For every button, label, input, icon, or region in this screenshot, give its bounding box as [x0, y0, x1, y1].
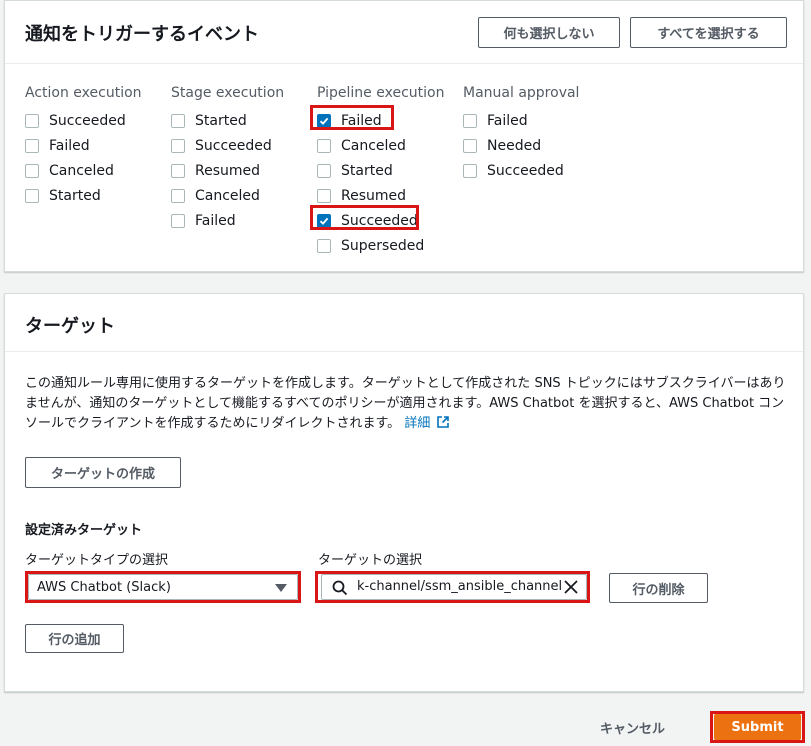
target-panel: ターゲット この通知ルール専用に使用するターゲットを作成します。ターゲットとして… [4, 293, 804, 692]
target-panel-title: ターゲット [25, 316, 115, 337]
event-checkbox-row[interactable]: Failed [25, 133, 142, 158]
event-checkbox-label: Failed [341, 112, 382, 129]
event-checkbox-label: Superseded [341, 237, 425, 254]
event-checkbox-label: Started [341, 162, 393, 179]
checkbox[interactable] [171, 188, 185, 203]
event-checkbox-row[interactable]: Succeeded [317, 208, 444, 233]
event-checkbox-label: Canceled [341, 137, 406, 154]
event-checkbox-row[interactable]: Succeeded [171, 133, 284, 158]
target-description: この通知ルール専用に使用するターゲットを作成します。ターゲットとして作成された … [25, 374, 795, 434]
event-checkbox-row[interactable]: Started [171, 108, 284, 133]
configured-targets-label: 設定済みターゲット [25, 523, 143, 538]
external-link-icon [437, 416, 450, 428]
cancel-button[interactable]: キャンセル [600, 718, 665, 737]
event-checkbox-label: Failed [49, 137, 90, 154]
event-column: Stage execution Started Succeeded Resumed Ca… [171, 83, 284, 233]
checkmark-icon [319, 217, 329, 225]
checkbox[interactable] [171, 213, 185, 228]
event-column-title: Action execution [25, 85, 142, 101]
event-column-title: Manual approval [463, 85, 580, 101]
events-panel-title: 通知をトリガーするイベント [25, 24, 259, 45]
event-checkbox-label: Canceled [49, 162, 114, 179]
checkbox[interactable] [463, 163, 477, 178]
event-checkbox-label: Started [49, 187, 101, 204]
checkbox[interactable] [171, 113, 185, 128]
checkbox[interactable] [317, 163, 331, 178]
event-checkbox-row[interactable]: Canceled [317, 133, 444, 158]
event-checkbox-row[interactable]: Failed [317, 108, 444, 133]
events-panel: 通知をトリガーするイベント 何も選択しない すべてを選択する Action ex… [4, 0, 804, 272]
details-link[interactable]: 詳細 [404, 416, 450, 431]
event-checkbox-row[interactable]: Canceled [25, 158, 142, 183]
checkbox[interactable] [25, 113, 39, 128]
event-checkbox-label: Succeeded [49, 112, 126, 129]
event-checkbox-row[interactable]: Canceled [171, 183, 284, 208]
event-checkbox-label: Started [195, 112, 247, 129]
event-checkbox-label: Resumed [341, 187, 407, 204]
event-checkbox-label: Succeeded [487, 162, 564, 179]
event-checkbox-row[interactable]: Resumed [171, 158, 284, 183]
event-column: Action execution Succeeded Failed Canceled S… [25, 83, 142, 208]
target-type-label: ターゲットタイプの選択 [25, 553, 169, 568]
select-none-button[interactable]: 何も選択しない [478, 17, 620, 48]
checkbox[interactable] [317, 238, 331, 253]
checkbox[interactable] [171, 163, 185, 178]
target-select-input[interactable]: k-channel/ssm_ansible_channel [321, 574, 587, 600]
remove-row-button[interactable]: 行の削除 [609, 573, 708, 603]
event-checkbox-row[interactable]: Succeeded [25, 108, 142, 133]
details-link-label[interactable]: 詳細 [404, 416, 430, 431]
target-panel-header: ターゲット [5, 294, 803, 352]
event-checkbox-row[interactable]: Resumed [317, 183, 444, 208]
checkbox[interactable] [25, 138, 39, 153]
search-icon [332, 580, 348, 596]
event-checkbox-row[interactable]: Started [25, 183, 142, 208]
select-all-button[interactable]: すべてを選択する [630, 17, 787, 48]
event-checkbox-label: Succeeded [195, 137, 272, 154]
event-checkbox-label: Resumed [195, 162, 261, 179]
checkmark-icon [319, 117, 329, 125]
checkbox[interactable] [463, 138, 477, 153]
event-checkbox-row[interactable]: Failed [171, 208, 284, 233]
checkbox[interactable] [463, 113, 477, 128]
event-checkbox-label: Needed [487, 137, 542, 154]
target-type-value: AWS Chatbot (Slack) [37, 579, 171, 595]
event-checkbox-label: Failed [487, 112, 528, 129]
checkbox[interactable] [317, 138, 331, 153]
target-type-select[interactable]: AWS Chatbot (Slack) [28, 574, 298, 600]
event-checkbox-row[interactable]: Failed [463, 108, 579, 133]
checkbox[interactable] [25, 188, 39, 203]
event-checkbox-label: Succeeded [341, 212, 418, 229]
checkbox[interactable] [171, 138, 185, 153]
create-target-button[interactable]: ターゲットの作成 [25, 457, 181, 488]
event-checkbox-row[interactable]: Started [317, 158, 444, 183]
target-select-value: k-channel/ssm_ansible_channel [357, 579, 563, 594]
event-checkbox-label: Canceled [195, 187, 260, 204]
close-icon[interactable] [564, 580, 578, 594]
event-checkbox-row[interactable]: Needed [463, 133, 579, 158]
checkbox[interactable] [25, 163, 39, 178]
checkbox-checked[interactable] [317, 113, 331, 128]
event-column: Pipeline execution Failed Canceled Started R… [317, 83, 444, 258]
event-checkbox-row[interactable]: Superseded [317, 233, 444, 258]
event-column-title: Pipeline execution [317, 85, 445, 101]
event-column: Manual approval Failed Needed Succeeded [463, 83, 579, 183]
add-row-button[interactable]: 行の追加 [25, 624, 124, 653]
event-column-title: Stage execution [171, 85, 285, 101]
events-panel-header: 通知をトリガーするイベント 何も選択しない すべてを選択する [5, 1, 803, 64]
checkbox-checked[interactable] [317, 213, 331, 228]
submit-button[interactable]: Submit [714, 714, 801, 740]
caret-down-icon [275, 584, 287, 592]
target-select-label: ターゲットの選択 [318, 553, 423, 568]
event-checkbox-row[interactable]: Succeeded [463, 158, 579, 183]
checkbox[interactable] [317, 188, 331, 203]
event-checkbox-label: Failed [195, 212, 236, 229]
